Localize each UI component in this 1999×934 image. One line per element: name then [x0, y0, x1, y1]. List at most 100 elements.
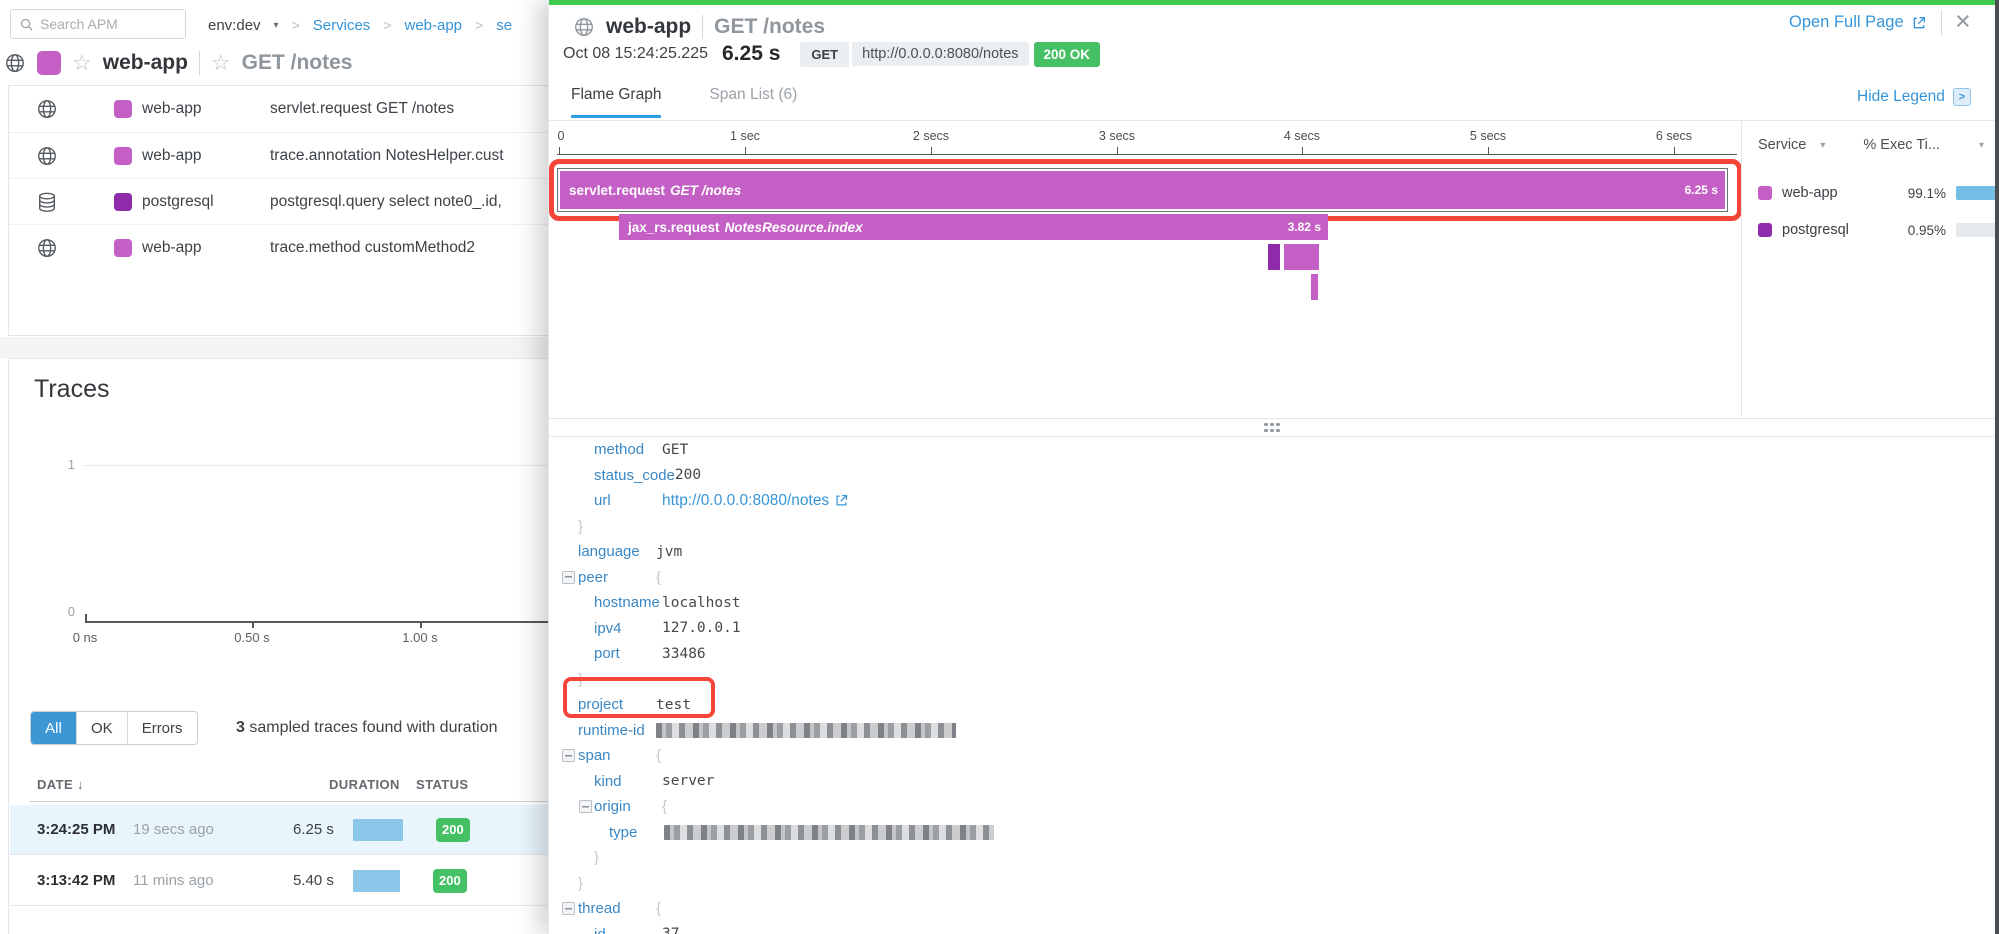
column-header-status[interactable]: STATUS	[416, 777, 468, 792]
x-axis-tick-label: 0	[558, 129, 565, 143]
flame-span-web-app[interactable]	[1311, 274, 1318, 300]
flame-span-child[interactable]: jax_rs.request NotesResource.index 3.82 …	[619, 214, 1328, 240]
search-box[interactable]	[10, 9, 186, 39]
tag-row-close: }	[549, 871, 1995, 897]
breadcrumb-resource[interactable]: se	[496, 17, 512, 34]
flame-graph: 0 1 sec 2 secs 3 secs 4 secs 5 secs 6 se…	[549, 121, 1741, 418]
trace-time: 3:24:25 PM	[37, 821, 133, 838]
tag-row-group: thread{	[549, 896, 1995, 922]
favorite-star-icon[interactable]: ☆	[211, 52, 231, 74]
globe-icon	[573, 16, 595, 38]
span-resource: NotesResource.index	[725, 220, 863, 235]
y-axis-tick: 1	[39, 457, 75, 472]
chevron-down-icon[interactable]: ▾	[1979, 140, 1984, 151]
filter-ok-button[interactable]: OK	[76, 712, 127, 744]
trace-age: 19 secs ago	[133, 821, 251, 838]
breadcrumb-services[interactable]: Services	[313, 17, 371, 34]
title-divider	[702, 15, 703, 39]
tag-row: urlhttp://0.0.0.0:8080/notes	[549, 488, 1995, 514]
collapse-icon[interactable]	[562, 902, 575, 915]
column-header-date[interactable]: DATE ↓	[37, 777, 84, 792]
trace-time: 3:13:42 PM	[37, 872, 133, 889]
panel-splitter[interactable]	[549, 418, 1995, 437]
table-row[interactable]: web-app trace.method customMethod2	[9, 224, 560, 270]
globe-icon	[4, 52, 26, 74]
x-axis-tick	[420, 621, 422, 628]
filter-all-button[interactable]: All	[31, 712, 76, 744]
tab-flame-graph[interactable]: Flame Graph	[571, 86, 661, 118]
drag-handle-icon[interactable]	[1264, 423, 1280, 433]
title-resource-name: GET /notes	[242, 51, 353, 75]
tag-row: port33486	[549, 641, 1995, 667]
modal-tabs: Flame Graph Span List (6)	[571, 86, 797, 118]
service-color-swatch	[114, 239, 132, 257]
trace-row[interactable]: 3:24:25 PM 19 secs ago 6.25 s 200	[10, 805, 560, 855]
legend-row[interactable]: postgresql 0.95%	[1742, 220, 1996, 240]
breadcrumb-separator-icon: >	[475, 17, 483, 33]
flame-span-postgresql[interactable]	[1268, 244, 1280, 270]
flame-span-web-app[interactable]	[1284, 244, 1319, 270]
resource-name: trace.annotation NotesHelper.cust	[270, 147, 504, 165]
x-axis-line	[85, 621, 560, 623]
column-header-duration[interactable]: DURATION	[329, 777, 400, 792]
breadcrumb-web-app[interactable]: web-app	[404, 17, 462, 34]
search-input[interactable]	[40, 16, 177, 32]
flame-span-root[interactable]: servlet.request GET /notes 6.25 s	[557, 168, 1728, 212]
close-icon[interactable]: ×	[1955, 6, 1971, 36]
external-link-icon	[1911, 15, 1927, 31]
http-url-chip[interactable]: http://0.0.0.0:8080/notes	[852, 42, 1028, 66]
exec-time-bar	[1956, 186, 1996, 200]
modal-resource-name: GET /notes	[714, 15, 825, 39]
table-row[interactable]: postgresql postgresql.query select note0…	[9, 178, 560, 224]
window-edge	[1995, 0, 1999, 934]
collapse-icon[interactable]	[562, 749, 575, 762]
table-row[interactable]: web-app trace.annotation NotesHelper.cus…	[9, 132, 560, 178]
sort-desc-icon: ↓	[77, 777, 84, 792]
collapse-icon[interactable]	[562, 571, 575, 584]
search-icon	[19, 17, 34, 32]
trace-row[interactable]: 3:13:42 PM 11 mins ago 5.40 s 200	[10, 856, 560, 906]
tag-row-project: projecttest	[549, 692, 1995, 718]
legend-col-service[interactable]: Service	[1758, 137, 1806, 153]
hide-legend-link[interactable]: Hide Legend >	[1857, 88, 1971, 106]
filter-errors-button[interactable]: Errors	[127, 712, 197, 744]
tag-row-group: span{	[549, 743, 1995, 769]
url-link[interactable]: http://0.0.0.0:8080/notes	[662, 492, 829, 510]
globe-icon	[36, 237, 58, 259]
env-filter[interactable]: env:dev	[208, 17, 261, 34]
legend-service-name: web-app	[1782, 185, 1838, 201]
globe-icon	[36, 98, 58, 120]
legend-col-exec-time[interactable]: % Exec Ti...	[1863, 137, 1940, 153]
x-axis-tick-label: 0.50 s	[234, 630, 269, 645]
apm-trace-screen: env:dev ▾ > Services > web-app > se ☆ we…	[0, 0, 1999, 934]
tag-row-group: origin{	[549, 794, 1995, 820]
external-link-icon[interactable]	[834, 493, 849, 508]
tab-span-list[interactable]: Span List (6)	[709, 86, 797, 118]
legend-row[interactable]: web-app 99.1%	[1742, 183, 1996, 203]
chevron-down-icon[interactable]: ▾	[1820, 140, 1825, 151]
table-row[interactable]: web-app servlet.request GET /notes	[9, 86, 560, 132]
service-name: postgresql	[142, 193, 270, 211]
span-resource: GET /notes	[670, 183, 741, 198]
title-divider	[199, 51, 200, 75]
x-axis-tick-label: 6 secs	[1656, 129, 1692, 143]
breadcrumb: env:dev ▾ > Services > web-app > se	[208, 14, 512, 36]
open-full-page-link[interactable]: Open Full Page	[1789, 13, 1927, 32]
service-name: web-app	[142, 239, 270, 257]
favorite-star-icon[interactable]: ☆	[72, 52, 92, 74]
duration-bar	[353, 819, 403, 841]
x-axis-tick-label: 1.00 s	[402, 630, 437, 645]
tag-row-group: peer{	[549, 565, 1995, 591]
resource-name: servlet.request GET /notes	[270, 100, 454, 118]
span-name: servlet.request	[569, 183, 665, 198]
trace-duration: 6.25 s	[293, 821, 345, 838]
modal-status-topbar	[549, 0, 1995, 5]
chevron-down-icon[interactable]: ▾	[274, 20, 279, 31]
modal-header: web-app GET /notes	[573, 12, 825, 42]
service-color-swatch	[114, 193, 132, 211]
resource-name: postgresql.query select note0_.id,	[270, 193, 502, 211]
span-name: jax_rs.request	[628, 220, 720, 235]
header-divider	[1941, 10, 1942, 36]
trace-duration: 5.40 s	[293, 872, 345, 889]
collapse-icon[interactable]	[579, 800, 592, 813]
